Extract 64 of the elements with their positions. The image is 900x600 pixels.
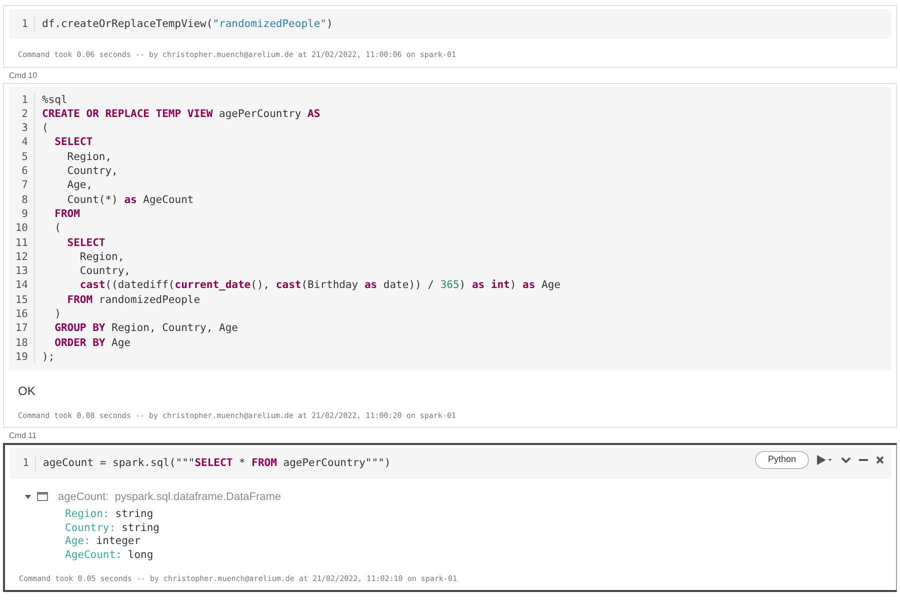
line-number: 3 <box>20 121 28 136</box>
line-number: 15 <box>14 292 28 307</box>
code-line: Age, <box>66 178 94 193</box>
code-editor[interactable]: 1 df.createOrReplaceTempView("randomizedPeople") <box>9 9 891 40</box>
line-number: 1 <box>20 17 28 32</box>
line-number: 2 <box>20 106 28 122</box>
line-number: 1 <box>20 92 28 107</box>
minimize-icon[interactable] <box>859 458 868 462</box>
field-type: string <box>122 522 160 536</box>
line-number: 14 <box>14 278 28 293</box>
field-name: Region: <box>65 508 110 522</box>
code-line: ); <box>42 350 56 364</box>
code-line: ( <box>54 221 62 236</box>
field-name: Age: <box>65 535 90 550</box>
code-line: df.createOrReplaceTempView("randomizedPeople") <box>42 17 333 32</box>
code-line: FROM randomizedPeople <box>66 292 202 307</box>
code-line: Country, <box>78 264 132 278</box>
line-number: 17 <box>14 321 28 336</box>
code-line: GROUP BY Region, Country, Age <box>54 321 239 336</box>
field-type: integer <box>96 535 141 550</box>
code-line: Region, <box>78 250 126 264</box>
code-line: Region, <box>66 150 113 164</box>
notebook-cell[interactable] <box>3 443 897 592</box>
close-icon[interactable] <box>876 456 884 464</box>
line-number: 10 <box>14 221 28 236</box>
code-line: SELECT <box>66 236 106 250</box>
code-line: Country, <box>66 164 119 178</box>
line-number: 8 <box>20 192 28 207</box>
expand-caret-icon[interactable] <box>25 494 31 500</box>
chevron-down-icon[interactable] <box>841 456 851 464</box>
output-text: OK <box>17 383 36 400</box>
code-line: SELECT <box>54 135 94 150</box>
line-number: 7 <box>20 178 28 193</box>
line-number: 12 <box>14 250 28 264</box>
line-number: 18 <box>14 336 28 350</box>
field-name: AgeCount: <box>65 549 122 563</box>
run-icon[interactable] <box>817 455 833 466</box>
line-number: 16 <box>14 307 28 322</box>
table-icon <box>37 492 48 502</box>
line-number: 1 <box>22 456 29 471</box>
language-badge[interactable]: Python <box>754 451 809 469</box>
line-number: 11 <box>14 236 28 250</box>
line-number: 6 <box>20 164 28 178</box>
line-number: 13 <box>14 264 28 278</box>
code-line: Count(*) as AgeCount <box>66 192 195 207</box>
code-line: ORDER BY Age <box>54 336 132 350</box>
code-line: FROM <box>54 206 81 222</box>
field-type: long <box>128 549 154 563</box>
code-line: %sql <box>42 92 68 107</box>
code-line: cast((datediff(current_date(), cast(Birthday as date)) / 365) as int) as Age <box>78 278 560 293</box>
field-name: Country: <box>65 522 116 536</box>
cell-label: Cmd 11 <box>8 430 38 442</box>
dataframe-name: ageCount: <box>58 490 109 505</box>
dataframe-type: pyspark.sql.dataframe.DataFrame <box>114 490 282 505</box>
field-type: string <box>115 508 154 522</box>
line-number: 5 <box>20 150 28 164</box>
cell-label: Cmd 10 <box>8 70 38 82</box>
line-number: 4 <box>20 135 28 150</box>
code-line: CREATE OR REPLACE TEMP VIEW agePerCountry AS <box>42 106 322 122</box>
code-line: ( <box>42 121 50 136</box>
line-number: 9 <box>20 206 28 222</box>
code-line: ) <box>54 307 62 322</box>
line-number: 19 <box>14 350 28 364</box>
code-line: ageCount = spark.sql("""SELECT * FROM agePerCountry""") <box>43 456 391 471</box>
